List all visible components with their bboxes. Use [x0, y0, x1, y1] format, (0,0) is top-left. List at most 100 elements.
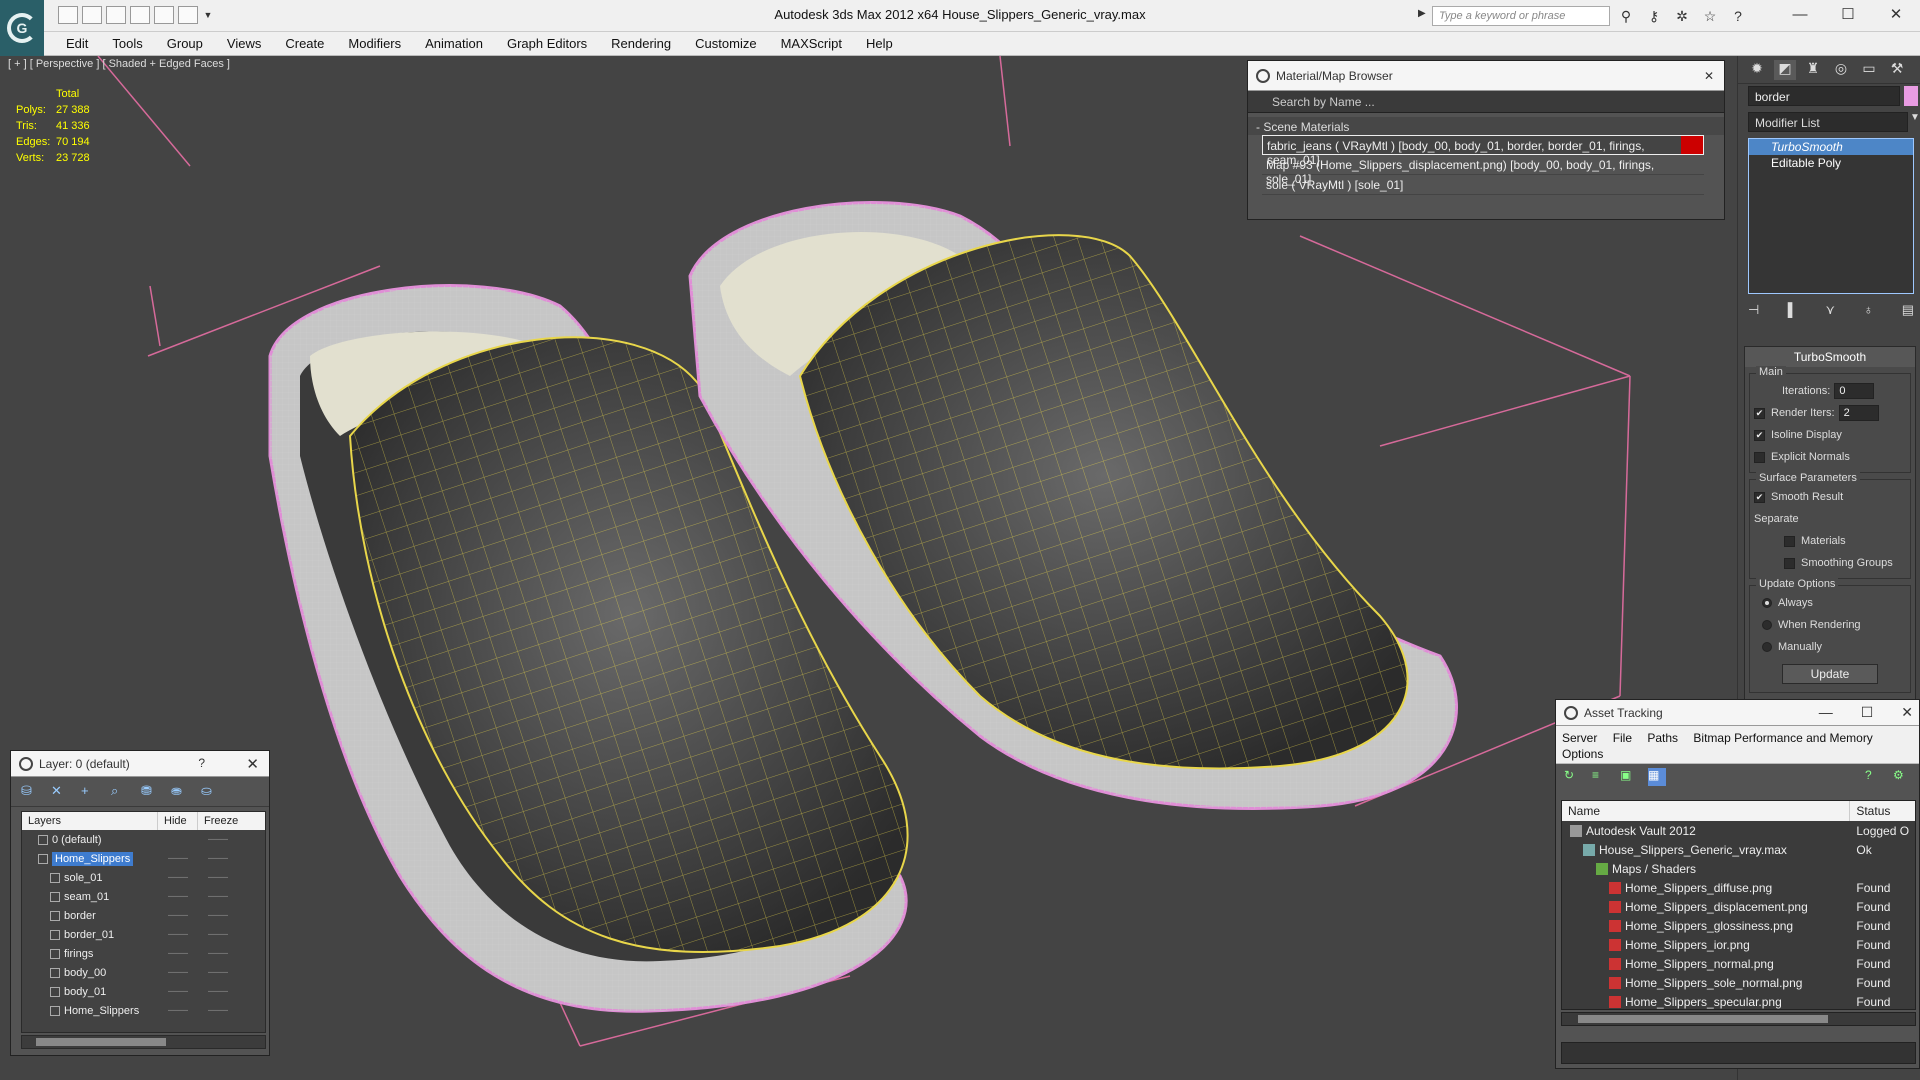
layer-row[interactable]: 0 (default) —— [22, 830, 265, 849]
menu-customize[interactable]: Customize [683, 36, 768, 51]
render-iters-spinner[interactable]: 2 [1838, 405, 1879, 421]
new-layer-icon[interactable]: ⛁ [21, 783, 41, 801]
material-item[interactable]: fabric_jeans ( VRayMtl ) [body_00, body_… [1262, 135, 1704, 167]
maximize-icon[interactable]: ☐ [1861, 704, 1874, 721]
open-file-icon[interactable] [82, 6, 102, 24]
utilities-tab-icon[interactable]: ⚒ [1886, 60, 1908, 80]
refresh-icon[interactable]: ↻ [1564, 768, 1582, 786]
asset-row[interactable]: Maps / Shaders [1562, 859, 1915, 878]
object-name-field[interactable]: border [1748, 86, 1900, 106]
menu-graph-editors[interactable]: Graph Editors [495, 36, 599, 51]
help-icon[interactable]: ? [1865, 768, 1883, 786]
show-end-result-icon[interactable]: ▌ [1788, 302, 1797, 318]
menu-rendering[interactable]: Rendering [599, 36, 683, 51]
asset-row[interactable]: Home_Slippers_glossiness.png Found [1562, 916, 1915, 935]
material-item[interactable]: Map #93 (Home_Slippers_displacement.png)… [1262, 155, 1704, 186]
binoculars-icon[interactable]: ⚲ [1616, 6, 1636, 26]
rollout-title[interactable]: TurboSmooth [1745, 347, 1915, 367]
stack-item-turbosmooth[interactable]: TurboSmooth [1749, 139, 1913, 155]
scrollbar-thumb[interactable] [36, 1038, 166, 1046]
layer-freeze-toggle[interactable]: —— [198, 967, 238, 978]
motion-tab-icon[interactable]: ◎ [1830, 60, 1852, 80]
menu-server[interactable]: Server [1562, 731, 1597, 745]
project-folder-icon[interactable] [178, 6, 198, 24]
layer-row[interactable]: body_01 —— —— [22, 982, 265, 1001]
close-button[interactable]: ✕ [1872, 0, 1920, 30]
chevron-down-icon[interactable]: ▼ [1910, 112, 1920, 132]
layer-hide-toggle[interactable]: —— [158, 891, 198, 902]
key-icon[interactable]: ⚷ [1644, 6, 1664, 26]
layer-hide-toggle[interactable]: —— [158, 853, 198, 864]
layer-freeze-toggle[interactable]: —— [198, 853, 238, 864]
material-item[interactable]: sole ( VRayMtl ) [sole_01] [1262, 175, 1704, 195]
layer-hide-toggle[interactable]: —— [158, 948, 198, 959]
close-icon[interactable]: ✕ [246, 755, 259, 773]
scene-materials-section[interactable]: - Scene Materials [1248, 117, 1724, 135]
asset-row[interactable]: Autodesk Vault 2012 Logged O [1562, 821, 1915, 840]
hide-all-layers-icon[interactable]: ⛂ [171, 783, 191, 801]
menu-bitmap-performance[interactable]: Bitmap Performance and Memory [1693, 731, 1872, 745]
menu-group[interactable]: Group [155, 36, 215, 51]
layer-freeze-toggle[interactable]: —— [198, 1005, 238, 1016]
hierarchy-tab-icon[interactable]: ♜ [1802, 60, 1824, 80]
delete-layer-icon[interactable]: ✕ [51, 783, 71, 801]
asset-row[interactable]: Home_Slippers_diffuse.png Found [1562, 878, 1915, 897]
smooth-result-checkbox[interactable]: ✔ [1754, 491, 1765, 503]
menu-create[interactable]: Create [273, 36, 336, 51]
menu-options[interactable]: Options [1562, 747, 1603, 761]
table-view-icon[interactable]: ▦ [1648, 768, 1666, 786]
chevron-down-icon[interactable]: ▼ [202, 6, 214, 24]
make-unique-icon[interactable]: ⋎ [1825, 302, 1835, 318]
col-name[interactable]: Name [1562, 801, 1851, 821]
smoothing-groups-checkbox[interactable] [1784, 557, 1795, 569]
manually-radio[interactable] [1762, 642, 1772, 652]
layer-hide-toggle[interactable]: —— [158, 967, 198, 978]
col-hide[interactable]: Hide [158, 812, 198, 830]
undo-icon[interactable] [130, 6, 150, 24]
configure-sets-icon[interactable]: ▤ [1902, 302, 1914, 318]
thumbnail-view-icon[interactable]: ▣ [1620, 768, 1638, 786]
col-status[interactable]: Status [1850, 801, 1915, 821]
star-icon[interactable]: ☆ [1700, 6, 1720, 26]
remove-modifier-icon[interactable]: ♁ [1863, 302, 1873, 318]
layer-window-header[interactable]: Layer: 0 (default) [11, 751, 269, 777]
material-browser-header[interactable]: Material/Map Browser ✕ [1248, 61, 1724, 91]
when-rendering-radio[interactable] [1762, 620, 1772, 630]
scrollbar-thumb[interactable] [1578, 1015, 1828, 1023]
select-objects-icon[interactable]: ⌕ [111, 783, 131, 801]
col-freeze[interactable]: Freeze [198, 812, 238, 830]
layer-hide-toggle[interactable]: —— [158, 872, 198, 883]
layer-hide-toggle[interactable]: —— [158, 1005, 198, 1016]
pin-stack-icon[interactable]: ⊣ [1748, 302, 1759, 318]
list-view-icon[interactable]: ≡ [1592, 768, 1610, 786]
render-iters-checkbox[interactable]: ✔ [1754, 407, 1765, 419]
material-search-input[interactable]: Search by Name ... [1248, 91, 1724, 113]
layer-hide-toggle[interactable]: —— [158, 929, 198, 940]
search-expand-icon[interactable]: ▶ [1418, 8, 1430, 24]
menu-animation[interactable]: Animation [413, 36, 495, 51]
highlight-layer-icon[interactable]: ⛃ [141, 783, 161, 801]
explicit-normals-checkbox[interactable] [1754, 451, 1765, 463]
layer-row[interactable]: Home_Slippers —— —— [22, 849, 265, 868]
menu-modifiers[interactable]: Modifiers [336, 36, 413, 51]
add-to-layer-icon[interactable]: + [81, 783, 101, 801]
search-input[interactable]: Type a keyword or phrase [1432, 6, 1610, 26]
layer-freeze-toggle[interactable]: —— [198, 834, 238, 845]
layer-freeze-toggle[interactable]: —— [198, 929, 238, 940]
create-tab-icon[interactable]: ✹ [1746, 60, 1768, 80]
update-button[interactable]: Update [1782, 664, 1878, 684]
close-icon[interactable]: ✕ [1704, 69, 1714, 83]
layer-row[interactable]: border —— —— [22, 906, 265, 925]
close-icon[interactable]: ✕ [1901, 704, 1913, 721]
app-menu-button[interactable]: G [0, 0, 44, 56]
layer-freeze-toggle[interactable]: —— [198, 891, 238, 902]
layer-freeze-toggle[interactable]: —— [198, 910, 238, 921]
horizontal-scrollbar[interactable] [21, 1035, 266, 1049]
menu-file[interactable]: File [1613, 731, 1632, 745]
object-color-swatch[interactable] [1904, 86, 1918, 106]
asset-path-field[interactable] [1561, 1042, 1916, 1064]
redo-icon[interactable] [154, 6, 174, 24]
menu-maxscript[interactable]: MAXScript [769, 36, 854, 51]
minimize-button[interactable]: — [1776, 0, 1824, 30]
modify-tab-icon[interactable]: ◩ [1774, 60, 1796, 80]
